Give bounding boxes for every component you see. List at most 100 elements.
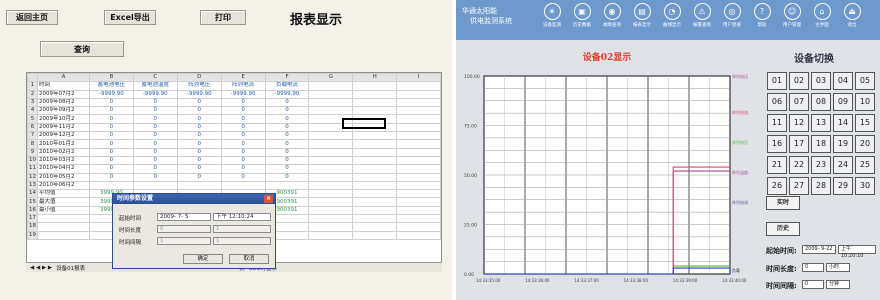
table-cell[interactable] — [352, 230, 398, 240]
tab-nav-icon[interactable]: ◀ ◀ ▶ ▶ — [30, 265, 52, 271]
table-cell[interactable] — [396, 89, 441, 99]
column-header[interactable]: G — [308, 72, 354, 83]
table-row[interactable]: 10 2010年03月2 0 0 0 0 0 — [27, 155, 441, 166]
table-cell[interactable] — [352, 97, 398, 108]
table-cell[interactable]: 0 — [264, 172, 310, 182]
table-cell[interactable]: 0 — [264, 114, 310, 124]
realtime-button[interactable]: 实时 — [766, 196, 800, 210]
table-cell[interactable]: 最大值 — [37, 197, 90, 207]
table-cell[interactable] — [308, 197, 354, 207]
table-cell[interactable] — [396, 131, 441, 141]
interval-field[interactable]: 1 — [157, 237, 211, 245]
nav-3[interactable]: ▤ 报表显示 — [630, 3, 654, 28]
table-cell[interactable] — [308, 189, 354, 199]
table-cell[interactable] — [352, 197, 398, 207]
table-cell[interactable] — [396, 205, 441, 216]
table-cell[interactable] — [37, 222, 90, 232]
table-cell[interactable] — [37, 214, 90, 224]
table-cell[interactable]: 蓄电池电压 — [88, 81, 134, 91]
device-button[interactable]: 24 — [833, 156, 853, 174]
table-cell[interactable] — [308, 139, 354, 149]
table-cell[interactable]: 0 — [220, 122, 266, 133]
table-cell[interactable]: 阵列电压 — [176, 81, 222, 91]
table-cell[interactable]: 0 — [176, 114, 222, 124]
table-cell[interactable] — [308, 180, 354, 191]
nav-label[interactable]: 曲线显示 — [660, 22, 684, 28]
table-cell[interactable] — [308, 230, 354, 240]
table-cell[interactable] — [352, 214, 398, 224]
table-cell[interactable]: 0 — [176, 147, 222, 157]
start-time-field[interactable]: 上午 10:20:10 — [838, 245, 876, 259]
table-cell[interactable] — [396, 197, 441, 207]
table-cell[interactable]: 0 — [264, 131, 310, 141]
nav-icon[interactable]: ◔ — [663, 3, 681, 20]
ok-button[interactable]: 确定 — [183, 254, 223, 264]
device-button[interactable]: 20 — [855, 135, 875, 153]
nav-9[interactable]: ⌂ 主界面 — [810, 3, 834, 28]
table-cell[interactable] — [396, 164, 441, 174]
table-cell[interactable] — [396, 222, 441, 232]
table-cell[interactable] — [308, 147, 354, 157]
nav-label[interactable]: 用户登录 — [720, 22, 744, 28]
table-row[interactable]: 12 2010年05月2 0 0 0 0 0 — [27, 172, 441, 182]
nav-icon[interactable]: ⚠ — [693, 3, 711, 20]
nav-4[interactable]: ◔ 曲线显示 — [660, 3, 684, 28]
nav-label[interactable]: 退出 — [840, 22, 864, 28]
table-cell[interactable]: 0 — [176, 122, 222, 133]
nav-label[interactable]: 帮助 — [750, 22, 774, 28]
table-cell[interactable]: 0 — [88, 97, 134, 108]
table-cell[interactable]: 最小值 — [37, 205, 90, 216]
table-cell[interactable]: 0 — [176, 155, 222, 166]
nav-8[interactable]: ☺ 用户管理 — [780, 3, 804, 28]
cancel-button[interactable]: 取消 — [229, 254, 269, 264]
device-button[interactable]: 25 — [855, 156, 875, 174]
table-cell[interactable] — [352, 147, 398, 157]
table-cell[interactable]: 2010年01月2 — [37, 139, 90, 149]
table-cell[interactable] — [220, 180, 266, 191]
table-cell[interactable] — [308, 81, 354, 91]
table-cell[interactable]: 2009年07月2 — [37, 89, 90, 99]
table-cell[interactable]: 2010年03月2 — [37, 155, 90, 166]
device-button[interactable]: 06 — [767, 93, 787, 111]
table-cell[interactable]: 0 — [220, 164, 266, 174]
table-cell[interactable]: 0 — [264, 122, 310, 133]
back-home-button[interactable]: 返回主页 — [6, 10, 58, 25]
table-cell[interactable]: 0 — [220, 114, 266, 124]
device-button[interactable]: 14 — [833, 114, 853, 132]
table-cell[interactable]: 2009年08月2 — [37, 97, 90, 108]
table-cell[interactable] — [396, 230, 441, 240]
query-button[interactable]: 查询 — [40, 41, 124, 57]
device-button[interactable]: 21 — [767, 156, 787, 174]
table-cell[interactable] — [352, 155, 398, 166]
nav-icon[interactable]: ◉ — [603, 3, 621, 20]
nav-icon[interactable]: ⌂ — [813, 3, 831, 20]
nav-icon[interactable]: ▣ — [573, 3, 591, 20]
device-button[interactable]: 23 — [811, 156, 831, 174]
tab-device01[interactable]: 设备01报表 — [56, 264, 85, 272]
device-button[interactable]: 10 — [855, 93, 875, 111]
table-cell[interactable] — [396, 155, 441, 166]
table-cell[interactable]: 0 — [264, 164, 310, 174]
table-row[interactable]: 9 2010年02月2 0 0 0 0 0 — [27, 147, 441, 157]
device-button[interactable]: 03 — [811, 72, 831, 90]
table-cell[interactable]: 0 — [264, 139, 310, 149]
table-cell[interactable]: 平均值 — [37, 189, 90, 199]
table-row[interactable]: 7 2009年12月2 0 0 0 0 0 — [27, 131, 441, 141]
table-cell[interactable]: 0 — [132, 106, 178, 116]
table-cell[interactable]: 0 — [132, 97, 178, 108]
length-unit-field[interactable]: 1 — [213, 225, 271, 233]
table-cell[interactable]: 时间 — [37, 81, 90, 91]
table-cell[interactable]: -9999.90 — [132, 89, 178, 99]
nav-label[interactable]: 报表显示 — [630, 22, 654, 28]
table-row[interactable]: 8 2010年01月2 0 0 0 0 0 — [27, 139, 441, 149]
nav-icon[interactable]: ◎ — [723, 3, 741, 20]
device-button[interactable]: 17 — [789, 135, 809, 153]
table-cell[interactable]: 0 — [220, 131, 266, 141]
table-cell[interactable] — [396, 122, 441, 133]
table-cell[interactable]: 0 — [132, 147, 178, 157]
start-date-field[interactable]: 2009- 9-22 — [802, 245, 836, 254]
table-cell[interactable] — [396, 81, 441, 91]
table-cell[interactable]: 2010年06月2 — [37, 180, 90, 191]
device-button[interactable]: 02 — [789, 72, 809, 90]
device-button[interactable]: 05 — [855, 72, 875, 90]
